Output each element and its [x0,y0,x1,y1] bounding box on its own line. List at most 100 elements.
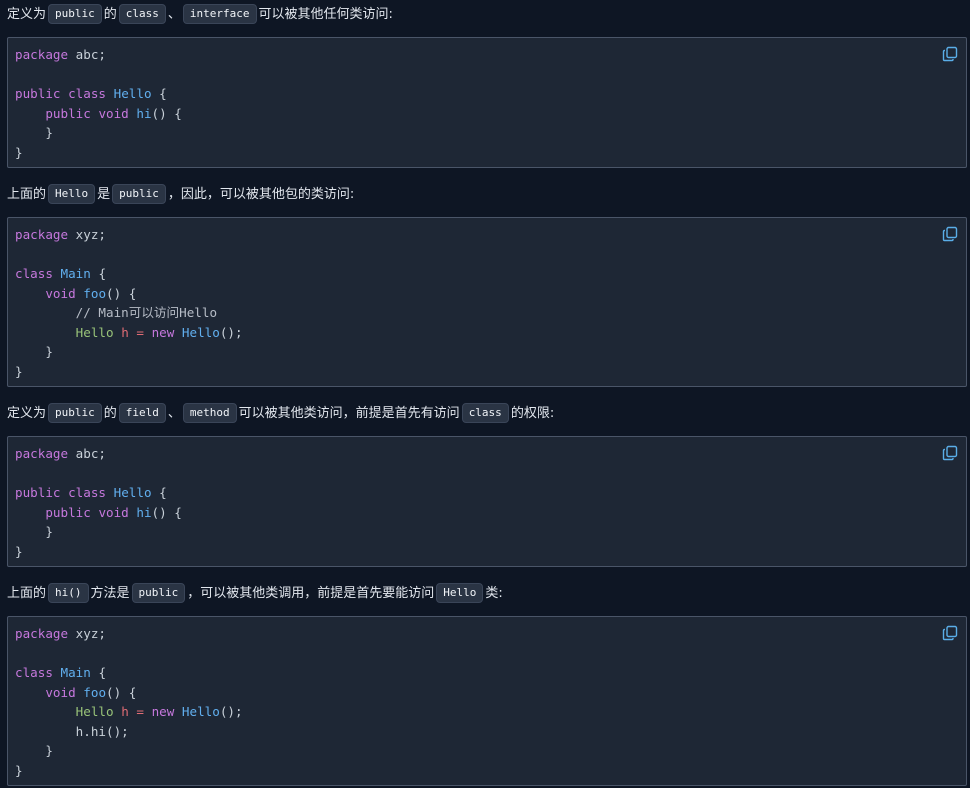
code-token: h [121,324,129,340]
code-token: h [121,704,129,719]
code-line: public void hi() { [15,106,182,121]
code-token: Hello [75,324,114,340]
code-token: package [15,446,69,461]
paragraph-1: 定义为 public 的 class、 interface 可以被其他任何类访问: [7,4,393,25]
text: ，因此，可以被其他包的类访问: [167,187,355,202]
text: 是 [97,187,111,202]
inline-code: public [112,184,166,204]
code-token: abc; [68,47,106,62]
code-line: // Main可以访问Hello [15,305,217,320]
code-block-3: package abc; public class Hello { public… [7,436,967,567]
code-line: package abc; [15,446,106,461]
code-line: } [15,544,23,559]
code-token: public [45,105,91,121]
code-line: } [15,125,53,140]
code-token: Hello [181,324,220,340]
code-token: (); [219,704,243,719]
code-token: } [15,125,53,140]
code-token: void [45,285,76,301]
code-token: () { [106,684,137,700]
code-line: } [15,145,23,160]
code-token: Hello [113,485,152,500]
text: 的 [103,406,117,421]
code-token: () { [106,285,137,301]
inline-code: method [182,403,237,423]
code-line: } [15,524,53,539]
inline-code: public [48,403,102,423]
code-token: } [15,762,23,778]
code-token: public [45,504,91,520]
code-line: h.hi(); [15,724,129,739]
code-token: package [15,227,69,242]
code-token: class [68,86,107,101]
copy-icon[interactable] [942,625,958,641]
code-token: hi [136,105,152,121]
copy-icon[interactable] [942,226,958,242]
code-line: Hello h = new Hello(); [15,325,243,340]
text: 的 [103,7,117,22]
copy-icon[interactable] [942,46,958,62]
code-token: (); [219,324,243,340]
inline-code: interface [182,4,257,24]
code-line: public class Hello { [15,485,167,500]
text: 、 [167,7,181,22]
code-block-4: package xyz; class Main { void foo() { H… [7,616,967,786]
code-line: void foo() { [15,286,136,301]
code-line: class Main { [15,266,106,281]
code-token: } [15,363,23,379]
article-content: 定义为 public 的 class、 interface 可以被其他任何类访问: pac… [0,0,970,788]
code-line: void foo() { [15,685,136,700]
code-text: package xyz; class Main { void foo() { H… [8,617,966,780]
code-token: public [15,485,61,500]
code-token: } [15,344,53,359]
code-token: { [90,665,107,680]
code-line: } [15,364,23,379]
code-text: package abc; public class Hello { public… [8,38,966,162]
code-token: void [98,105,129,121]
code-line: Hello h = new Hello(); [15,704,243,719]
text: 上面的 [7,187,47,202]
code-token: hi [136,504,152,520]
text: 定义为 [7,406,47,421]
text: 可以被其他类访问，前提是首先有访问 [238,406,460,421]
code-token: public [15,86,61,101]
code-line: } [15,763,23,778]
code-token: = [136,324,144,340]
text: 方法是 [90,586,130,601]
code-token: { [151,86,167,101]
code-block-2: package xyz; class Main { void foo() { /… [7,217,967,387]
code-token: () { [151,105,182,121]
code-token: h.hi(); [15,723,129,739]
text: 类: [485,586,503,601]
paragraph-4: 上面的 hi() 方法是 public ，可以被其他类调用，前提是首先要能访问 Hello… [7,583,503,604]
code-token: // Main可以访问Hello [75,305,218,320]
code-token: new [151,324,175,340]
copy-icon[interactable] [942,445,958,461]
text: ，可以被其他类调用，前提是首先要能访问 [187,586,435,601]
code-token: new [151,704,175,719]
code-token: xyz; [68,227,106,242]
code-line: } [15,344,53,359]
code-token: Hello [113,86,152,101]
text: 、 [167,406,181,421]
inline-code: field [118,403,166,423]
text: 可以被其他任何类访问: [258,7,393,22]
inline-code: Hello [436,583,484,603]
inline-code: Hello [48,184,96,204]
code-token: abc; [68,446,106,461]
text: 定义为 [7,7,47,22]
code-token: Main [60,266,91,281]
inline-code: public [48,4,102,24]
inline-code: class [118,4,166,24]
code-token: class [15,266,53,281]
text: 的权限: [510,406,555,421]
